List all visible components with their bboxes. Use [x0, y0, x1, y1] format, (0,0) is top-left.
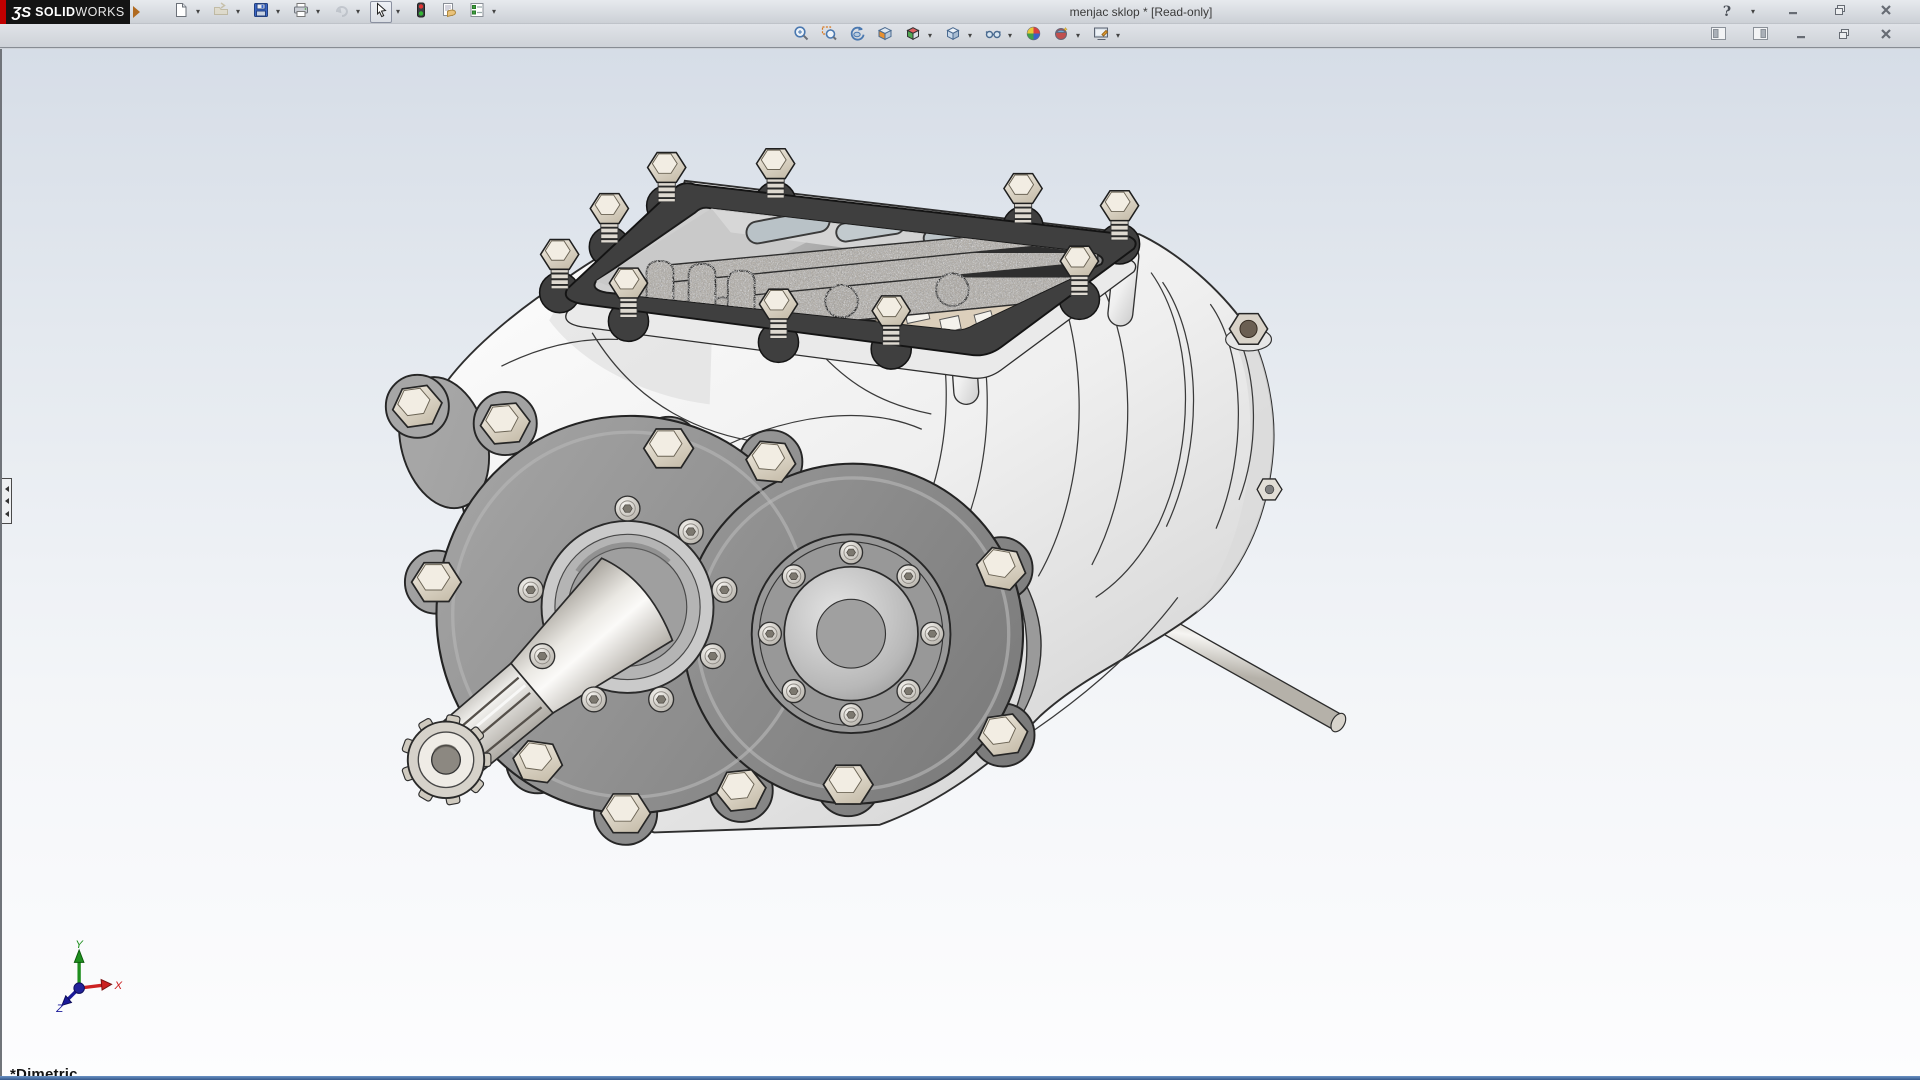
- solidworks-logo-solid: SOLID: [35, 5, 75, 19]
- triad-y-label: Y: [75, 939, 84, 951]
- undo-button[interactable]: [330, 1, 352, 23]
- hide-show-items-button[interactable]: [982, 25, 1004, 47]
- view-orientation-button[interactable]: [902, 25, 924, 47]
- viewport-left-edge: [0, 49, 2, 1076]
- doc-minimize-button[interactable]: [1791, 25, 1813, 47]
- print-button[interactable]: [290, 1, 312, 23]
- triad-x-label: X: [113, 980, 122, 992]
- edit-appearance-button[interactable]: [1090, 25, 1112, 47]
- pane-right-toggle-button[interactable]: [1749, 25, 1771, 47]
- undo-icon: [333, 2, 349, 23]
- window-frame-bottom: [0, 1076, 1920, 1080]
- open-document-dropdown-caret[interactable]: ▾: [232, 1, 244, 23]
- save-dropdown-caret[interactable]: ▾: [272, 1, 284, 23]
- section-view-icon: [877, 25, 894, 47]
- file-properties-button[interactable]: [438, 1, 460, 23]
- doc-close-button[interactable]: [1875, 25, 1897, 47]
- close-icon: [1879, 3, 1893, 22]
- restore-icon: [1833, 3, 1847, 22]
- minimize-button[interactable]: [1783, 1, 1805, 23]
- titlebar: ƷS SOLIDWORKS ▾ ▾ ▾ ▾ ▾ ▾ ▾ menjac sklop * [Re…: [0, 0, 1920, 24]
- restore-icon: [1837, 27, 1851, 46]
- open-document-button[interactable]: [210, 1, 232, 23]
- pane-right-icon: [1753, 27, 1768, 45]
- zoom-to-fit-icon: [793, 25, 810, 47]
- solidworks-logo-works: WORKS: [75, 5, 124, 19]
- main-toolbar: ▾ ▾ ▾ ▾ ▾ ▾ ▾: [170, 1, 506, 23]
- reference-triad: Y X Z: [55, 939, 122, 1015]
- new-document-button[interactable]: [170, 1, 192, 23]
- select-icon: [373, 2, 389, 23]
- view-settings-icon: [1053, 25, 1070, 47]
- expand-panel-icon: [5, 486, 9, 492]
- pane-left-icon: [1711, 27, 1726, 45]
- solidworks-logo-mark: ƷS: [12, 4, 31, 21]
- select-dropdown-caret[interactable]: ▾: [392, 1, 404, 23]
- rebuild-stoplight-button[interactable]: [410, 1, 432, 23]
- apply-scene-button[interactable]: [1022, 25, 1044, 47]
- help-dropdown-caret[interactable]: ▾: [1747, 1, 1759, 23]
- options-icon: [469, 2, 485, 23]
- select-button[interactable]: [370, 1, 392, 23]
- new-document-dropdown-caret[interactable]: ▾: [192, 1, 204, 23]
- print-icon: [293, 2, 309, 23]
- orientation-label: *Dimetric: [10, 1066, 78, 1076]
- document-window-controls: [1707, 25, 1910, 47]
- hide-show-items-dropdown-caret[interactable]: ▾: [1004, 25, 1016, 47]
- help-button[interactable]: ?: [1716, 1, 1738, 23]
- headsup-view-toolbar: ▾ ▾ ▾ ▾ ▾: [790, 25, 1130, 47]
- rebuild-stoplight-icon: [413, 2, 429, 23]
- rear-boss-fitting: [1257, 479, 1282, 500]
- zoom-to-area-button[interactable]: [818, 25, 840, 47]
- zoom-to-fit-button[interactable]: [790, 25, 812, 47]
- featuremanager-collapsed-tab[interactable]: [2, 478, 12, 524]
- section-view-button[interactable]: [874, 25, 896, 47]
- doc-restore-button[interactable]: [1833, 25, 1855, 47]
- triad-z-label: Z: [55, 1003, 64, 1015]
- display-style-dropdown-caret[interactable]: ▾: [964, 25, 976, 47]
- graphics-viewport[interactable]: Y X Z *Dimetric: [0, 49, 1920, 1076]
- edit-appearance-dropdown-caret[interactable]: ▾: [1112, 25, 1124, 47]
- window-controls: ?▾: [1716, 0, 1912, 24]
- menu-expand-arrow-icon[interactable]: [133, 6, 140, 18]
- rotate-view-icon: [849, 25, 866, 47]
- zoom-to-area-icon: [821, 25, 838, 47]
- save-button[interactable]: [250, 1, 272, 23]
- document-title: menjac sklop * [Read-only]: [1070, 0, 1213, 24]
- file-properties-icon: [441, 2, 457, 23]
- new-document-icon: [173, 2, 189, 23]
- print-dropdown-caret[interactable]: ▾: [312, 1, 324, 23]
- logo-red-accent: [0, 0, 6, 24]
- options-button[interactable]: [466, 1, 488, 23]
- close-button[interactable]: [1875, 1, 1897, 23]
- help-icon: ?: [1723, 4, 1731, 20]
- options-dropdown-caret[interactable]: ▾: [488, 1, 500, 23]
- gearbox-3d-model[interactable]: Y X Z: [0, 49, 1920, 1076]
- rotate-view-button[interactable]: [846, 25, 868, 47]
- save-icon: [253, 2, 269, 23]
- view-orientation-icon: [905, 25, 922, 47]
- solidworks-logo: ƷS SOLIDWORKS: [0, 0, 130, 24]
- pane-left-toggle-button[interactable]: [1707, 25, 1729, 47]
- display-style-button[interactable]: [942, 25, 964, 47]
- hide-show-items-icon: [985, 25, 1002, 47]
- close-icon: [1879, 27, 1893, 46]
- minimize-icon: [1795, 27, 1809, 46]
- edit-appearance-icon: [1093, 25, 1110, 47]
- view-orientation-dropdown-caret[interactable]: ▾: [924, 25, 936, 47]
- undo-dropdown-caret[interactable]: ▾: [352, 1, 364, 23]
- open-document-icon: [213, 2, 229, 23]
- expand-panel-icon: [5, 498, 9, 504]
- expand-panel-icon: [5, 511, 9, 517]
- minimize-icon: [1787, 3, 1801, 22]
- apply-scene-icon: [1025, 25, 1042, 47]
- view-settings-dropdown-caret[interactable]: ▾: [1072, 25, 1084, 47]
- view-settings-button[interactable]: [1050, 25, 1072, 47]
- restore-button[interactable]: [1829, 1, 1851, 23]
- display-style-icon: [945, 25, 962, 47]
